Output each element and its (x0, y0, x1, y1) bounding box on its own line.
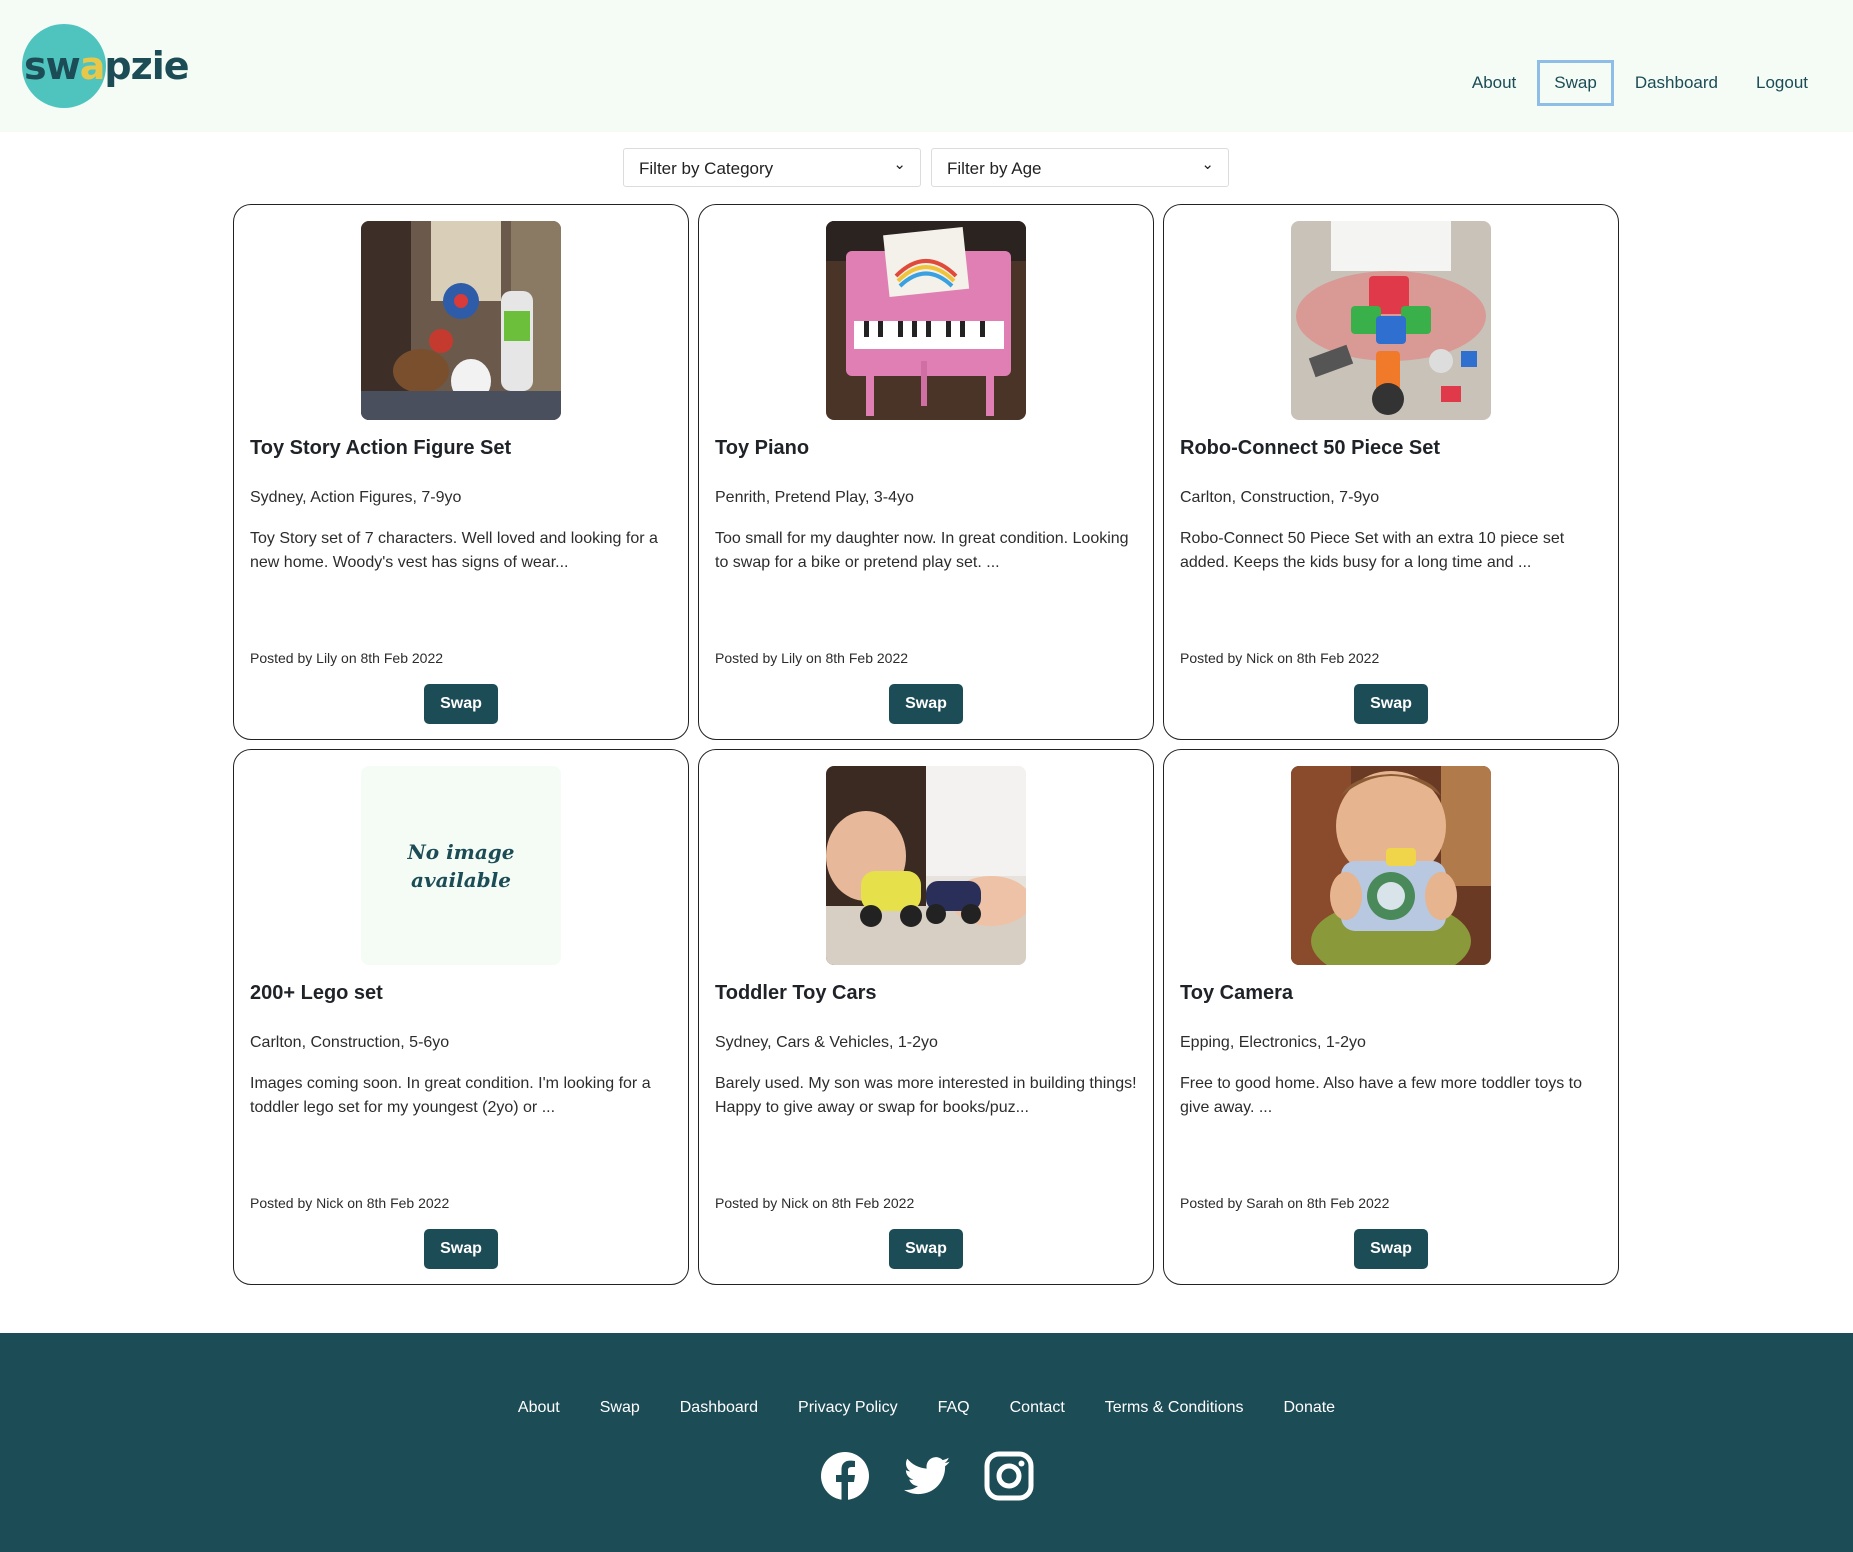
listing-title[interactable]: Toy Piano (715, 437, 809, 460)
listing-meta: Sydney, Cars & Vehicles, 1-2yo (715, 1034, 938, 1051)
footer-link-privacy[interactable]: Privacy Policy (798, 1399, 898, 1417)
category-filter-select[interactable]: Filter by Category ⌄ (623, 148, 921, 187)
footer-nav: About Swap Dashboard Privacy Policy FAQ … (0, 1399, 1853, 1417)
no-image-line-2: available (410, 867, 511, 892)
listing-title[interactable]: Toy Camera (1180, 982, 1293, 1005)
listing-card: Robo-Connect 50 Piece Set Carlton, Const… (1163, 204, 1619, 740)
main-nav: About Swap Dashboard Logout (1451, 60, 1825, 106)
listing-image-toy-piano[interactable] (826, 221, 1026, 420)
footer-link-faq[interactable]: FAQ (938, 1399, 970, 1417)
listing-title[interactable]: Toy Story Action Figure Set (250, 437, 511, 460)
listing-image-robo-connect[interactable] (1291, 221, 1491, 420)
nav-about[interactable]: About (1455, 60, 1533, 106)
listing-card: No image available 200+ Lego set Carlton,… (233, 749, 689, 1285)
listing-description: Images coming soon. In great condition. … (250, 1075, 651, 1116)
listing-posted-by: Posted by Nick on 8th Feb 2022 (250, 1195, 450, 1211)
social-links (0, 1451, 1853, 1501)
chevron-down-icon: ⌄ (893, 156, 906, 173)
swap-button[interactable]: Swap (1354, 1229, 1428, 1269)
logo-text: swapzie (24, 44, 190, 88)
twitter-icon[interactable] (902, 1451, 952, 1501)
category-filter-label: Filter by Category (639, 159, 774, 178)
footer-link-about[interactable]: About (518, 1399, 560, 1417)
chevron-down-icon: ⌄ (1201, 156, 1214, 173)
age-filter-select[interactable]: Filter by Age ⌄ (931, 148, 1229, 187)
listing-card: Toy Story Action Figure Set Sydney, Acti… (233, 204, 689, 740)
footer-link-dashboard[interactable]: Dashboard (680, 1399, 758, 1417)
listing-title[interactable]: 200+ Lego set (250, 982, 383, 1005)
listing-posted-by: Posted by Lily on 8th Feb 2022 (250, 650, 444, 666)
listing-meta: Epping, Electronics, 1-2yo (1180, 1034, 1366, 1051)
age-filter-label: Filter by Age (947, 159, 1042, 178)
nav-logout[interactable]: Logout (1739, 60, 1825, 106)
site-header: swapzie About Swap Dashboard Logout (0, 0, 1853, 132)
nav-swap[interactable]: Swap (1537, 60, 1614, 106)
listing-meta: Penrith, Pretend Play, 3-4yo (715, 489, 914, 506)
swap-button[interactable]: Swap (424, 1229, 498, 1269)
listing-posted-by: Posted by Lily on 8th Feb 2022 (715, 650, 909, 666)
listing-grid: Toy Story Action Figure Set Sydney, Acti… (233, 204, 1621, 1285)
nav-dashboard[interactable]: Dashboard (1618, 60, 1735, 106)
listing-title[interactable]: Robo-Connect 50 Piece Set (1180, 437, 1440, 460)
listing-description: Too small for my daughter now. In great … (715, 530, 1129, 571)
instagram-icon[interactable] (984, 1451, 1034, 1501)
listing-image-toy-camera[interactable] (1291, 766, 1491, 965)
swap-button[interactable]: Swap (1354, 684, 1428, 724)
no-image-line-1: No image (407, 839, 515, 864)
listing-image-toy-story[interactable] (361, 221, 561, 420)
no-image-placeholder[interactable]: No image available (361, 766, 561, 965)
listing-meta: Carlton, Construction, 5-6yo (250, 1034, 450, 1051)
listing-description: Barely used. My son was more interested … (715, 1075, 1137, 1116)
listing-card: Toddler Toy Cars Sydney, Cars & Vehicles… (698, 749, 1154, 1285)
swap-button[interactable]: Swap (889, 684, 963, 724)
swap-button[interactable]: Swap (424, 684, 498, 724)
site-footer: About Swap Dashboard Privacy Policy FAQ … (0, 1333, 1853, 1552)
swapzie-logo[interactable]: swapzie (20, 22, 190, 112)
listing-description: Free to good home. Also have a few more … (1180, 1075, 1582, 1116)
footer-link-donate[interactable]: Donate (1283, 1399, 1335, 1417)
listing-description: Toy Story set of 7 characters. Well love… (250, 530, 658, 571)
filter-bar: Filter by Category ⌄ Filter by Age ⌄ (623, 148, 1229, 187)
listing-title[interactable]: Toddler Toy Cars (715, 982, 877, 1005)
listing-card: Toy Camera Epping, Electronics, 1-2yo Fr… (1163, 749, 1619, 1285)
listing-card: Toy Piano Penrith, Pretend Play, 3-4yo T… (698, 204, 1154, 740)
listing-posted-by: Posted by Sarah on 8th Feb 2022 (1180, 1195, 1390, 1211)
footer-link-contact[interactable]: Contact (1010, 1399, 1065, 1417)
footer-link-swap[interactable]: Swap (600, 1399, 640, 1417)
swap-button[interactable]: Swap (889, 1229, 963, 1269)
listing-meta: Carlton, Construction, 7-9yo (1180, 489, 1380, 506)
listing-description: Robo-Connect 50 Piece Set with an extra … (1180, 530, 1565, 571)
listing-posted-by: Posted by Nick on 8th Feb 2022 (715, 1195, 915, 1211)
facebook-icon[interactable] (820, 1451, 870, 1501)
footer-link-terms[interactable]: Terms & Conditions (1105, 1399, 1244, 1417)
listing-posted-by: Posted by Nick on 8th Feb 2022 (1180, 650, 1380, 666)
listing-meta: Sydney, Action Figures, 7-9yo (250, 489, 462, 506)
listing-image-toy-cars[interactable] (826, 766, 1026, 965)
